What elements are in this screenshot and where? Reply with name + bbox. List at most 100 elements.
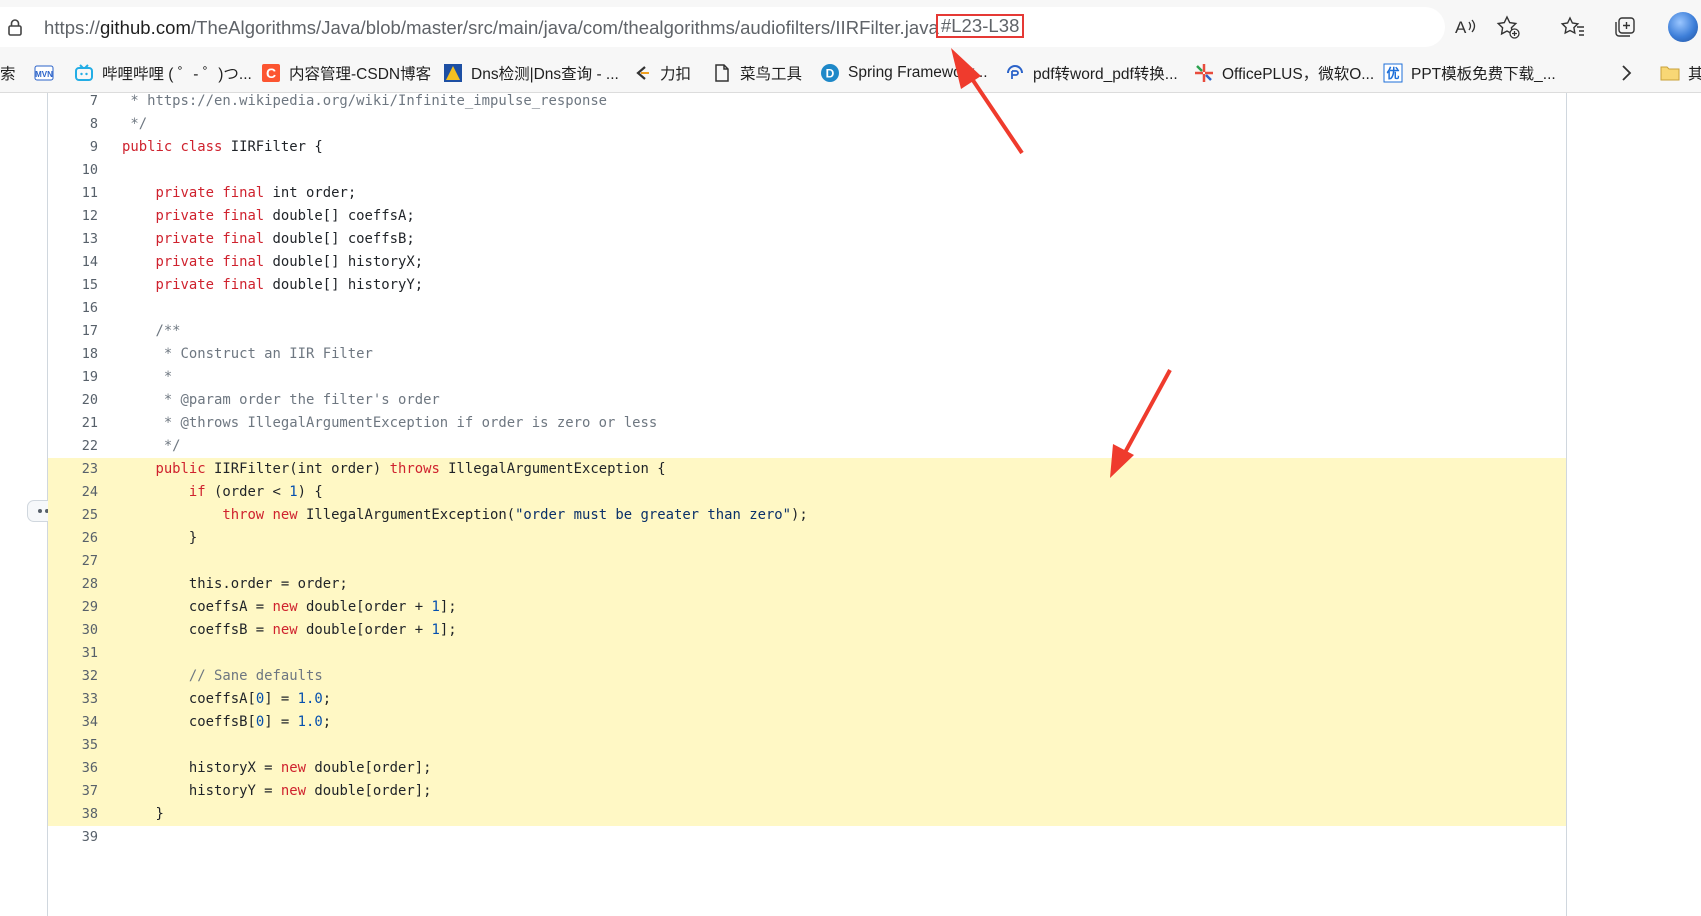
code-token: */ [122,116,148,132]
line-number[interactable]: 28 [48,572,98,597]
bookmark-item[interactable]: 力扣 [632,62,691,84]
code-border-right [1566,93,1567,916]
bookmark-item[interactable]: OfficePLUS，微软O... [1194,62,1374,84]
code-token: } [122,530,198,546]
line-number[interactable]: 10 [48,158,98,183]
svg-text:MVN: MVN [35,70,53,79]
bookmark-item[interactable]: 优 PPT模板免费下载_... [1383,62,1556,84]
code-text: private final int order; [122,181,356,206]
mvn-icon: MVN [34,63,54,83]
line-number[interactable]: 29 [48,595,98,620]
line-number[interactable]: 17 [48,319,98,344]
line-number[interactable]: 18 [48,342,98,367]
line-number[interactable]: 22 [48,434,98,459]
code-line [48,527,1566,550]
line-number[interactable]: 24 [48,480,98,505]
bookmark-item[interactable]: pdf转word_pdf转换... [1005,62,1178,84]
line-number[interactable]: 20 [48,388,98,413]
bookmark-item[interactable]: 索 [0,62,16,84]
line-number[interactable]: 26 [48,526,98,551]
code-token: new [272,622,306,638]
collections-icon[interactable] [1612,14,1638,40]
add-favorite-icon[interactable] [1495,14,1521,40]
bookmark-item[interactable]: 其 [1660,62,1701,84]
code-token: IllegalArgumentException { [448,461,666,477]
line-number[interactable]: 33 [48,687,98,712]
bookmark-label: pdf转word_pdf转换... [1033,66,1178,83]
bookmark-item[interactable]: C 内容管理-CSDN博客 [261,62,431,84]
code-text: */ [122,112,147,137]
code-token: private final [122,208,273,224]
svg-text:C: C [266,65,276,81]
line-number[interactable]: 7 [48,93,98,114]
code-text: coeffsB = new double[order + 1]; [122,618,457,643]
code-token: * [122,369,173,385]
folder-icon [1660,63,1680,83]
line-number[interactable]: 11 [48,181,98,206]
csdn-icon: C [261,63,281,83]
code-token: ]; [439,599,457,615]
line-number[interactable]: 21 [48,411,98,436]
bookmark-label: 内容管理-CSDN博客 [289,66,432,83]
line-number[interactable]: 27 [48,549,98,574]
profile-avatar[interactable] [1668,12,1698,42]
line-number[interactable]: 35 [48,733,98,758]
bookmark-label: 索 [0,66,16,83]
read-aloud-icon[interactable]: A [1452,14,1478,40]
url-text[interactable]: https://github.com/TheAlgorithms/Java/bl… [44,14,1025,40]
code-text: * @throws IllegalArgumentException if or… [122,411,657,436]
bookmark-item[interactable]: MVN [34,62,62,84]
code-token: historyX = [122,760,281,776]
line-number[interactable]: 39 [48,825,98,850]
line-number[interactable]: 8 [48,112,98,137]
address-bar-row: https://github.com/TheAlgorithms/Java/bl… [0,0,1701,54]
line-number[interactable]: 19 [48,365,98,390]
bookmark-label: PPT模板免费下载_... [1411,66,1556,83]
line-number[interactable]: 32 [48,664,98,689]
line-number[interactable]: 36 [48,756,98,781]
code-token: ); [791,507,808,523]
code-token: private final [122,277,273,293]
code-token: throws [389,461,449,477]
code-token: IllegalArgumentException( [305,507,516,523]
chevron-right-icon[interactable] [1613,60,1639,86]
line-number[interactable]: 16 [48,296,98,321]
line-number[interactable]: 25 [48,503,98,528]
code-token: coeffsB[ [122,714,256,730]
line-number[interactable]: 15 [48,273,98,298]
code-token: * @param order the filter's order [122,392,440,408]
line-number[interactable]: 9 [48,135,98,160]
code-token: double[] coeffsB; [272,231,415,247]
line-number[interactable]: 14 [48,250,98,275]
address-bar[interactable]: https://github.com/TheAlgorithms/Java/bl… [0,7,1445,47]
lock-icon[interactable] [6,18,24,36]
code-text: public IIRFilter(int order) throws Illeg… [122,457,666,482]
line-number[interactable]: 30 [48,618,98,643]
line-number[interactable]: 23 [48,457,98,482]
code-text: /** [122,319,180,344]
bookmark-label: OfficePLUS，微软O... [1222,66,1375,83]
line-number[interactable]: 38 [48,802,98,827]
line-number[interactable]: 37 [48,779,98,804]
favorites-icon[interactable] [1560,14,1586,40]
line-number[interactable]: 12 [48,204,98,229]
bookmark-item[interactable]: D Spring Framework... [820,62,988,84]
dot [38,509,42,513]
line-number[interactable]: 31 [48,641,98,666]
url-fragment-highlight: #L23-L38 [935,14,1025,38]
code-token: 1.0 [297,691,323,707]
bookmark-item[interactable]: 菜鸟工具 [712,62,802,84]
code-token: throw new [122,507,306,523]
bookmark-item[interactable]: Dns检测|Dns查询 - ... [443,62,619,84]
svg-text:A: A [1455,18,1467,37]
bookmark-label: 菜鸟工具 [740,66,803,83]
code-token: 0 [255,714,265,730]
line-number[interactable]: 34 [48,710,98,735]
code-line [48,642,1566,665]
bookmark-item[interactable]: 哔哩哔哩 ( ゜- ゜)つ... [74,62,252,84]
line-number[interactable]: 13 [48,227,98,252]
code-text: * @param order the filter's order [122,388,440,413]
